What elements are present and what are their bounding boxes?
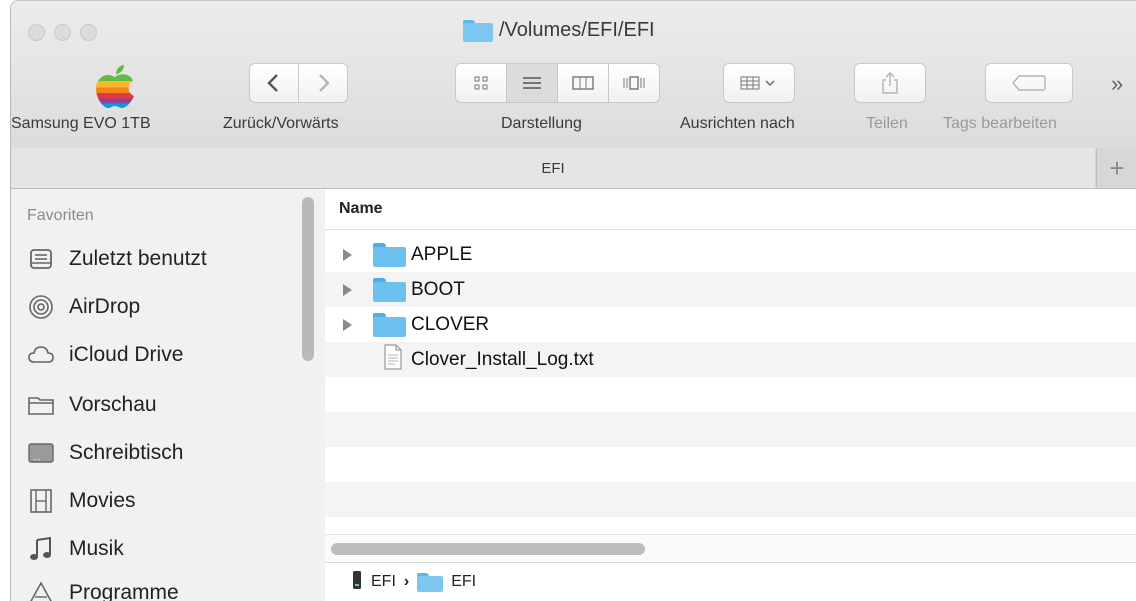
file-name: CLOVER [411,313,490,335]
sidebar: Favoriten Zuletzt benutzt AirDrop iCloud… [11,189,326,601]
drive-icon [351,570,363,595]
folder-icon [373,312,406,337]
sidebar-item-schreibtisch[interactable]: ... Schreibtisch [27,433,183,473]
sidebar-item-label: Musik [69,537,124,560]
device-label: Samsung EVO 1TB [11,115,151,132]
folder-icon [463,19,493,42]
file-list-pane: Name APPLE BOOT CLOVER Clover_Install_Lo… [325,189,1136,601]
cover-flow-icon [623,76,645,90]
apple-logo-icon[interactable] [91,63,139,109]
empty-row [325,447,1136,482]
finder-window: /Volumes/EFI/EFI Samsung EVO 1TB Zurück/… [10,0,1136,601]
file-name: Clover_Install_Log.txt [411,348,594,370]
file-row[interactable]: BOOT [325,272,1136,307]
sidebar-item-recents[interactable]: Zuletzt benutzt [27,239,207,279]
sidebar-item-label: Schreibtisch [69,441,184,464]
sidebar-item-label: Movies [69,489,136,512]
folder-icon [373,277,406,302]
list-icon [523,77,541,89]
tab-efi[interactable]: EFI [11,148,1095,188]
window-title: /Volumes/EFI/EFI [463,19,655,42]
tags-button[interactable] [985,63,1073,103]
folder-icon [27,391,55,419]
sidebar-item-label: Zuletzt benutzt [69,247,207,270]
applications-icon [27,579,55,601]
icon-view-button[interactable] [455,63,507,103]
cover-flow-view-button[interactable] [608,63,660,103]
toolbar-overflow-button[interactable]: » [1111,71,1123,97]
titlebar: /Volumes/EFI/EFI Samsung EVO 1TB Zurück/… [11,1,1136,149]
sidebar-item-airdrop[interactable]: AirDrop [27,287,140,327]
sidebar-item-programme[interactable]: Programme [27,573,179,601]
window-title-text: /Volumes/EFI/EFI [499,19,655,41]
file-row[interactable]: CLOVER [325,307,1136,342]
sidebar-item-label: AirDrop [69,295,141,318]
horizontal-scrollbar-thumb[interactable] [331,543,645,555]
sidebar-item-vorschau[interactable]: Vorschau [27,385,157,425]
list-view-button[interactable] [506,63,558,103]
airdrop-icon [27,293,55,321]
back-button[interactable] [249,63,299,103]
tags-label: Tags bearbeiten [943,115,1057,132]
file-name: APPLE [411,243,473,265]
sidebar-item-movies[interactable]: Movies [27,481,136,521]
arrange-grid-chevron-icon [740,76,775,90]
empty-row [325,412,1136,447]
text-file-icon [383,343,403,376]
zoom-window-button[interactable] [80,24,97,41]
folder-icon [417,572,444,592]
chevron-right-icon [319,74,330,92]
view-label: Darstellung [501,115,582,132]
file-row[interactable]: Clover_Install_Log.txt [325,342,1136,377]
disclosure-triangle-icon[interactable] [343,248,352,261]
forward-button[interactable] [298,63,348,103]
column-header-name[interactable]: Name [325,189,1136,230]
arrange-button[interactable] [723,63,795,103]
sidebar-item-icloud-drive[interactable]: iCloud Drive [27,335,183,375]
disclosure-triangle-icon[interactable] [343,318,352,331]
close-window-button[interactable] [28,24,45,41]
sidebar-heading: Favoriten [27,207,94,224]
sidebar-item-label: iCloud Drive [69,343,184,366]
minimize-window-button[interactable] [54,24,71,41]
film-icon [27,487,55,515]
sidebar-item-label: Programme [69,581,179,601]
new-tab-button[interactable]: + [1096,148,1136,188]
chevron-left-icon [267,74,278,92]
recents-icon [27,245,55,273]
sidebar-scrollbar[interactable] [302,197,314,361]
column-view-button[interactable] [557,63,609,103]
path-bar: EFI › EFI [325,562,1136,601]
arrange-label: Ausrichten nach [680,115,795,132]
folder-icon [373,242,406,267]
tag-icon [1012,75,1046,91]
sidebar-item-musik[interactable]: Musik [27,529,124,569]
empty-row [325,482,1136,517]
empty-row [325,377,1136,412]
share-button[interactable] [854,63,926,103]
horizontal-scrollbar[interactable] [325,534,1136,563]
columns-icon [572,76,594,90]
svg-text:...: ... [33,453,41,462]
nav-label: Zurück/Vorwärts [223,115,339,132]
file-row[interactable]: APPLE [325,237,1136,272]
grid-icon [474,76,488,90]
path-segment-folder[interactable]: EFI [451,573,476,591]
share-label: Teilen [866,115,908,132]
file-name: BOOT [411,278,465,300]
desktop-icon: ... [27,439,55,467]
share-icon [882,72,898,94]
disclosure-triangle-icon[interactable] [343,283,352,296]
tab-bar: EFI + [11,148,1136,189]
path-segment-volume[interactable]: EFI [371,573,396,591]
path-separator: › [403,573,410,590]
cloud-icon [27,341,55,369]
sidebar-item-label: Vorschau [69,393,157,416]
music-note-icon [27,535,55,563]
